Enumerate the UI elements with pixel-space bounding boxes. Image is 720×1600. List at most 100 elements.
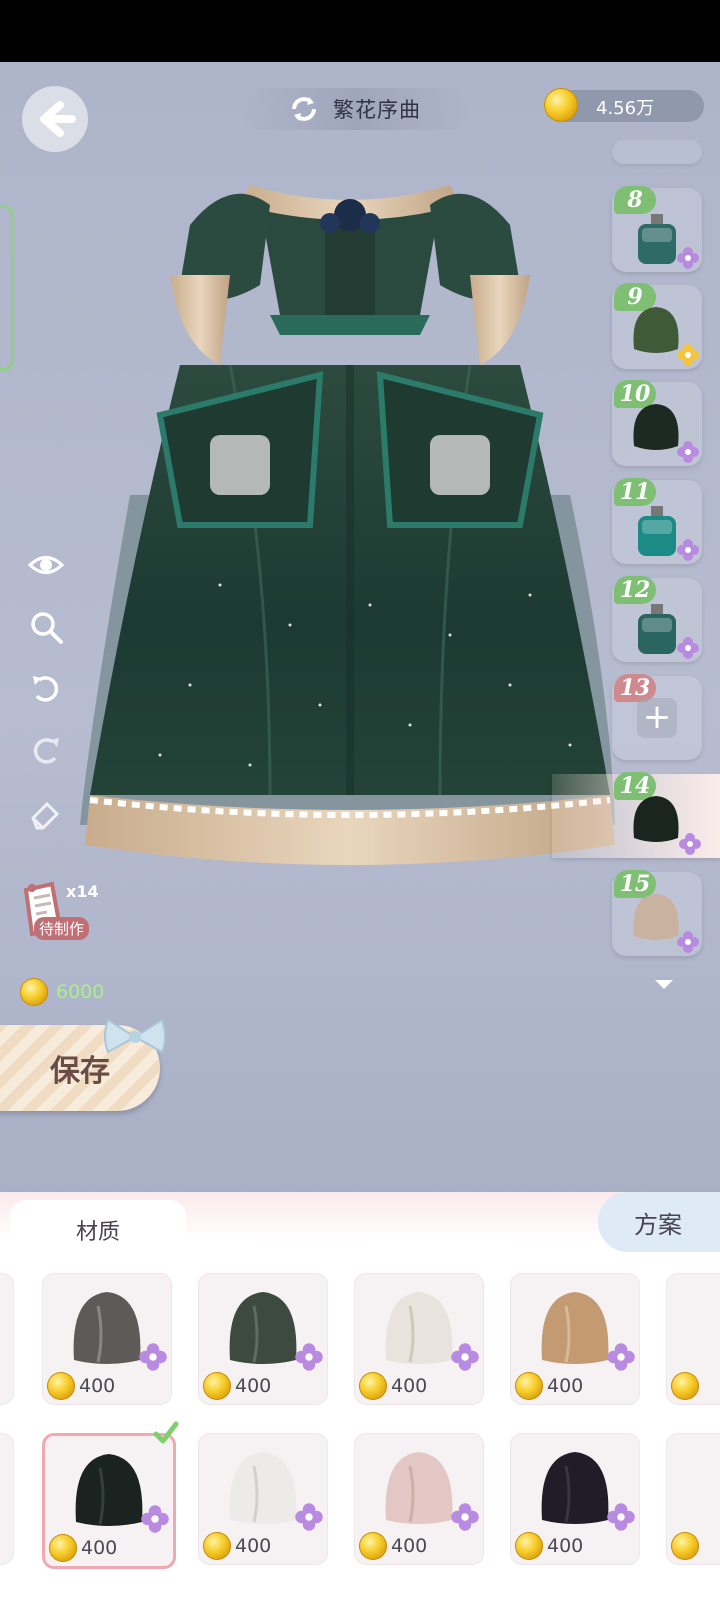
outfit-title-bar[interactable]: 繁花序曲 [240,88,470,130]
coin-icon [20,978,48,1006]
pending-craft-badge[interactable]: x14 待制作 [20,880,130,950]
purple-flower-icon [607,1503,635,1531]
purple-flower-icon [139,1343,167,1371]
fabric-swatch-icon [229,1452,297,1524]
slot-12[interactable]: 12 [612,576,702,662]
slot-13-empty[interactable]: 13 + [612,674,702,760]
slot-10[interactable]: 10 [612,380,702,466]
coin-icon [515,1532,543,1560]
slot-14-selected[interactable]: 14 [552,772,720,858]
tab-material[interactable]: 材质 [10,1200,186,1260]
tab-plan-label: 方案 [634,1210,682,1239]
material-price: 400 [235,1535,272,1557]
back-button[interactable] [22,86,88,152]
side-drawer-tab[interactable] [0,205,14,371]
material-cell[interactable]: 400 [354,1273,484,1405]
fabric-swatch-icon [73,1292,141,1364]
eraser-icon[interactable] [26,793,66,833]
dress-preview[interactable] [70,165,630,895]
outfit-title: 繁花序曲 [333,98,421,122]
bow-icon [104,1018,166,1054]
slot-8[interactable]: 8 [612,186,702,272]
tab-plan[interactable]: 方案 [598,1192,720,1252]
material-cell-partial[interactable] [0,1273,14,1405]
material-price: 400 [391,1535,428,1557]
check-icon [153,1421,179,1444]
coin-icon [515,1372,543,1400]
coin-icon [49,1534,77,1562]
dye-bottle-icon [638,604,676,654]
material-cell-selected[interactable]: 400 [42,1421,179,1569]
gold-flower-icon [677,344,699,366]
fabric-swatch-icon [541,1452,609,1524]
purple-flower-icon [677,441,699,463]
back-arrow-icon [40,101,76,137]
material-cell[interactable]: 400 [354,1433,484,1565]
purple-flower-icon [677,247,699,269]
material-cell[interactable]: 400 [510,1433,640,1565]
redo-icon[interactable] [26,731,66,771]
purple-flower-icon [677,637,699,659]
fabric-swatch-icon [75,1454,143,1526]
add-icon: + [637,698,677,738]
purple-flower-icon [677,931,699,953]
save-cost-value: 6000 [56,981,105,1003]
currency-display[interactable]: 4.56万 [544,88,704,122]
fabric-swatch-icon [385,1292,453,1364]
purple-flower-icon [679,833,701,855]
dye-bottle-icon [638,214,676,264]
material-cell-partial[interactable] [666,1433,720,1565]
switch-icon[interactable] [289,94,319,124]
purple-flower-icon [451,1343,479,1371]
slot-partial[interactable] [612,140,702,164]
purple-flower-icon [607,1343,635,1371]
pending-count: x14 [66,882,99,901]
pending-label: 待制作 [34,917,90,940]
material-cell-partial[interactable] [0,1433,14,1565]
eye-icon[interactable] [26,545,66,585]
material-price: 400 [547,1535,584,1557]
material-cell[interactable]: 400 [42,1273,172,1405]
coin-icon [671,1372,699,1400]
fabric-swatch-icon [633,796,679,842]
dye-bottle-icon [638,506,676,556]
fabric-swatch-icon [541,1292,609,1364]
coin-icon [47,1372,75,1400]
slot-15[interactable]: 15 [612,870,702,956]
material-cell[interactable]: 400 [198,1433,328,1565]
slot-9[interactable]: 9 [612,283,702,369]
material-price: 400 [391,1375,428,1397]
zoom-icon[interactable] [26,607,66,647]
material-cell-partial[interactable] [666,1273,720,1405]
coin-icon [359,1532,387,1560]
material-grid: 400 400 400 400 400 400 400 400 [0,1268,720,1600]
coin-icon [671,1532,699,1560]
purple-flower-icon [141,1505,169,1533]
coin-icon [544,88,578,122]
purple-flower-icon [677,539,699,561]
tab-material-label: 材质 [75,1220,120,1245]
scroll-down-icon[interactable] [655,980,673,989]
purple-flower-icon [295,1503,323,1531]
slot-number: 11 [614,478,656,506]
save-cost: 6000 [20,975,104,1009]
material-cell[interactable]: 400 [510,1273,640,1405]
slot-number: 8 [614,186,656,214]
fabric-swatch-icon [229,1292,297,1364]
material-price: 400 [81,1537,118,1559]
slot-number: 12 [614,576,656,604]
left-toolbar [26,545,66,855]
undo-icon[interactable] [26,669,66,709]
purple-flower-icon [295,1343,323,1371]
status-bar [0,0,720,62]
slot-11[interactable]: 11 [612,478,702,564]
purple-flower-icon [451,1503,479,1531]
coin-icon [359,1372,387,1400]
material-price: 400 [235,1375,272,1397]
currency-amount: 4.56万 [596,98,655,119]
coin-icon [203,1532,231,1560]
material-cell[interactable]: 400 [198,1273,328,1405]
coin-icon [203,1372,231,1400]
fabric-swatch-icon [385,1452,453,1524]
material-price: 400 [547,1375,584,1397]
